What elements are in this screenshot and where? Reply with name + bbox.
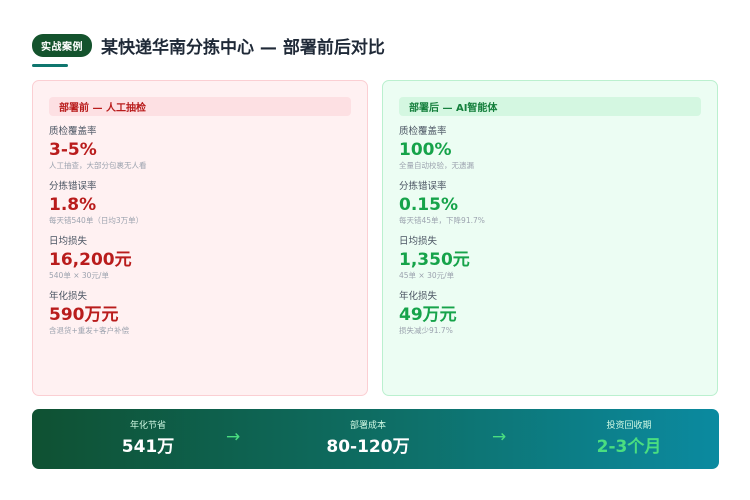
metric-value: 0.15% [399, 195, 458, 215]
after-panel-heading: 部署后 — AI智能体 [399, 97, 701, 116]
summary-label: 部署成本 [349, 421, 386, 431]
metric-label: 分拣错误率 [399, 181, 447, 192]
before-metric-coverage: 质检覆盖率 3-5% 人工抽查，大部分包裹无人看 [49, 126, 351, 171]
after-metric-annual-loss: 年化损失 49万元 损失减少91.7% [399, 291, 701, 336]
summary-value: 80-120万 [326, 437, 410, 457]
summary-label: 年化节省 [129, 421, 166, 431]
before-metric-annual-loss: 年化损失 590万元 含退货+重发+客户补偿 [49, 291, 351, 336]
summary-value: 2-3个月 [596, 437, 662, 457]
title-underline [32, 64, 68, 67]
metric-note: 540单 × 30元/单 [49, 271, 109, 280]
summary-value: 541万 [121, 437, 175, 457]
metric-label: 日均损失 [49, 236, 88, 247]
right-arrow-icon: → [492, 427, 507, 447]
summary-annual-savings: 年化节省 541万 [68, 420, 228, 458]
metric-label: 质检覆盖率 [399, 126, 447, 137]
page-title: 某快递华南分拣中心 — 部署前后对比 [101, 38, 385, 58]
after-metric-daily-loss: 日均损失 1,350元 45单 × 30元/单 [399, 236, 701, 281]
after-panel: 部署后 — AI智能体 质检覆盖率 100% 全量自动校验，无遗漏 分拣错误率 … [382, 80, 718, 396]
metric-value: 16,200元 [49, 250, 132, 270]
metric-value: 1,350元 [399, 250, 470, 270]
metric-note: 含退货+重发+客户补偿 [49, 326, 130, 335]
metric-value: 100% [399, 140, 452, 160]
metric-label: 年化损失 [399, 291, 438, 302]
before-panel: 部署前 — 人工抽检 质检覆盖率 3-5% 人工抽查，大部分包裹无人看 分拣错误… [32, 80, 368, 396]
metric-label: 年化损失 [49, 291, 88, 302]
summary-banner: 年化节省 541万 → 部署成本 80-120万 → 投资回收期 2-3个月 [32, 409, 719, 469]
case-badge: 实战案例 [32, 34, 92, 57]
metric-note: 人工抽查，大部分包裹无人看 [49, 161, 147, 170]
metric-label: 分拣错误率 [49, 181, 97, 192]
metric-note: 全量自动校验，无遗漏 [399, 161, 474, 170]
metric-note: 每天错45单，下降91.7% [399, 216, 485, 225]
metric-value: 49万元 [399, 305, 457, 325]
summary-payback-period: 投资回收期 2-3个月 [549, 420, 709, 458]
before-metric-daily-loss: 日均损失 16,200元 540单 × 30元/单 [49, 236, 351, 281]
metric-note: 每天错540单（日均3万单） [49, 216, 144, 225]
metric-value: 3-5% [49, 140, 97, 160]
after-metric-coverage: 质检覆盖率 100% 全量自动校验，无遗漏 [399, 126, 701, 171]
right-arrow-icon: → [226, 427, 241, 447]
before-metric-error-rate: 分拣错误率 1.8% 每天错540单（日均3万单） [49, 181, 351, 226]
metric-value: 590万元 [49, 305, 119, 325]
summary-label: 投资回收期 [606, 421, 652, 431]
metric-note: 损失减少91.7% [399, 326, 453, 335]
metric-value: 1.8% [49, 195, 97, 215]
page-header: 实战案例 某快递华南分拣中心 — 部署前后对比 [32, 33, 385, 58]
after-metric-error-rate: 分拣错误率 0.15% 每天错45单，下降91.7% [399, 181, 701, 226]
metric-note: 45单 × 30元/单 [399, 271, 455, 280]
metric-label: 质检覆盖率 [49, 126, 97, 137]
summary-deployment-cost: 部署成本 80-120万 [288, 420, 448, 458]
metric-label: 日均损失 [399, 236, 438, 247]
before-panel-heading: 部署前 — 人工抽检 [49, 97, 351, 116]
